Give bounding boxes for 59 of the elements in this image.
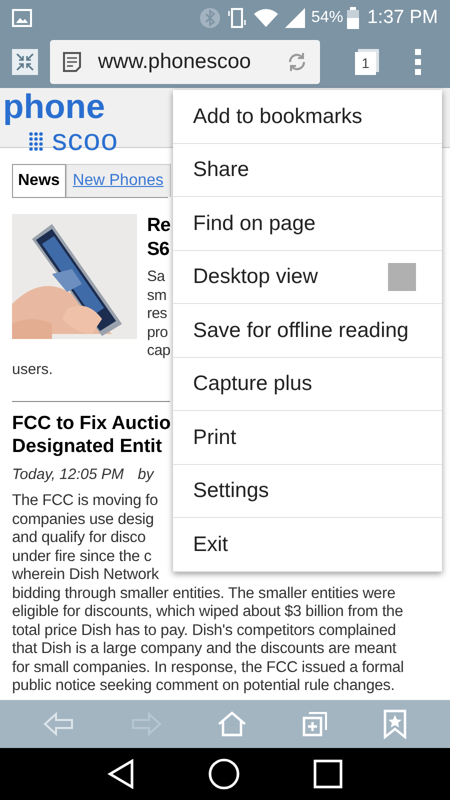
article-text-line: and qualify for disco — [12, 529, 146, 548]
back-arrow-icon[interactable] — [43, 711, 76, 737]
summary-fragment: pro — [147, 324, 168, 342]
headline-fragment: Re — [147, 214, 170, 238]
bluetooth-icon — [199, 7, 222, 29]
summary-fragment: Sa — [147, 268, 165, 286]
bookmark-star-icon[interactable] — [382, 709, 407, 739]
news-tab[interactable]: News — [12, 164, 66, 197]
battery-icon — [347, 7, 360, 29]
byline: by — [138, 464, 154, 484]
article-date: Today, 12:05 PM — [12, 464, 124, 484]
tab-count-button[interactable]: 1 — [355, 52, 376, 75]
menu-item[interactable]: Desktop view — [173, 250, 442, 304]
refresh-icon[interactable] — [286, 51, 308, 73]
article-text-line: public notice seeking comment on potential rule changes. — [12, 677, 395, 696]
recent-apps-icon[interactable] — [313, 759, 344, 789]
page-icon — [62, 51, 82, 73]
clock: 1:37 PM — [367, 6, 438, 30]
article-text-line: bidding through smaller entities. The smaller entities were — [12, 584, 396, 603]
menu-item[interactable]: Share — [173, 144, 442, 197]
headline-fragment: S6 — [147, 238, 170, 262]
wifi-icon — [253, 7, 280, 29]
url-field[interactable]: www.phonescoo — [50, 40, 320, 84]
menu-item[interactable]: Add to bookmarks — [173, 90, 442, 144]
menu-item[interactable]: Exit — [173, 518, 442, 572]
signal-icon — [283, 7, 308, 29]
summary-fragment: sm — [147, 286, 166, 305]
article-text-line: total price Dish has to pay. Dish's competitors complained — [12, 622, 396, 640]
battery-percent: 54% — [311, 8, 344, 28]
article-text-line: under fire since the c — [12, 548, 152, 566]
news-tab[interactable]: New Phones — [66, 164, 171, 197]
back-icon[interactable] — [106, 759, 135, 789]
article-headline: FCC to Fix Auctio — [12, 412, 171, 434]
article-text-line: companies use desig — [12, 510, 154, 529]
checkbox[interactable] — [388, 262, 416, 291]
url-text: www.phonescoo — [98, 49, 252, 76]
logo-phone: phone — [2, 88, 106, 126]
summary-fragment: cap — [147, 342, 170, 360]
summary-fragment: res — [147, 305, 167, 324]
menu-item[interactable]: Settings — [173, 464, 442, 518]
dots-icon — [28, 131, 44, 151]
menu-item[interactable]: Capture plus — [173, 358, 442, 411]
new-tab-icon[interactable] — [302, 711, 328, 737]
menu-item[interactable]: Save for offline reading — [173, 304, 442, 358]
exit-fullscreen-icon[interactable] — [12, 49, 38, 75]
more-icon[interactable] — [414, 48, 422, 76]
home-icon[interactable] — [216, 711, 247, 737]
article-text-line: that Dish is a large company and the discounts are meant — [12, 640, 396, 658]
logo-scoop: scoo — [52, 126, 118, 156]
article-headline: Designated Entit — [12, 434, 162, 458]
image-icon — [12, 9, 32, 27]
home-circle-icon[interactable] — [208, 758, 240, 790]
article-text-line: for small companies. In response, the FCC issued a formal — [12, 658, 404, 677]
summary-tail: users. — [12, 360, 54, 378]
menu-item[interactable]: Find on page — [173, 197, 442, 250]
menu-item[interactable]: Print — [173, 411, 442, 464]
article-text-line: eligible for discounts, which wiped about $3 billion from the — [12, 603, 404, 622]
article-text-line: wherein Dish Network — [12, 566, 159, 584]
article-text-line: The FCC is moving fo — [12, 492, 158, 510]
